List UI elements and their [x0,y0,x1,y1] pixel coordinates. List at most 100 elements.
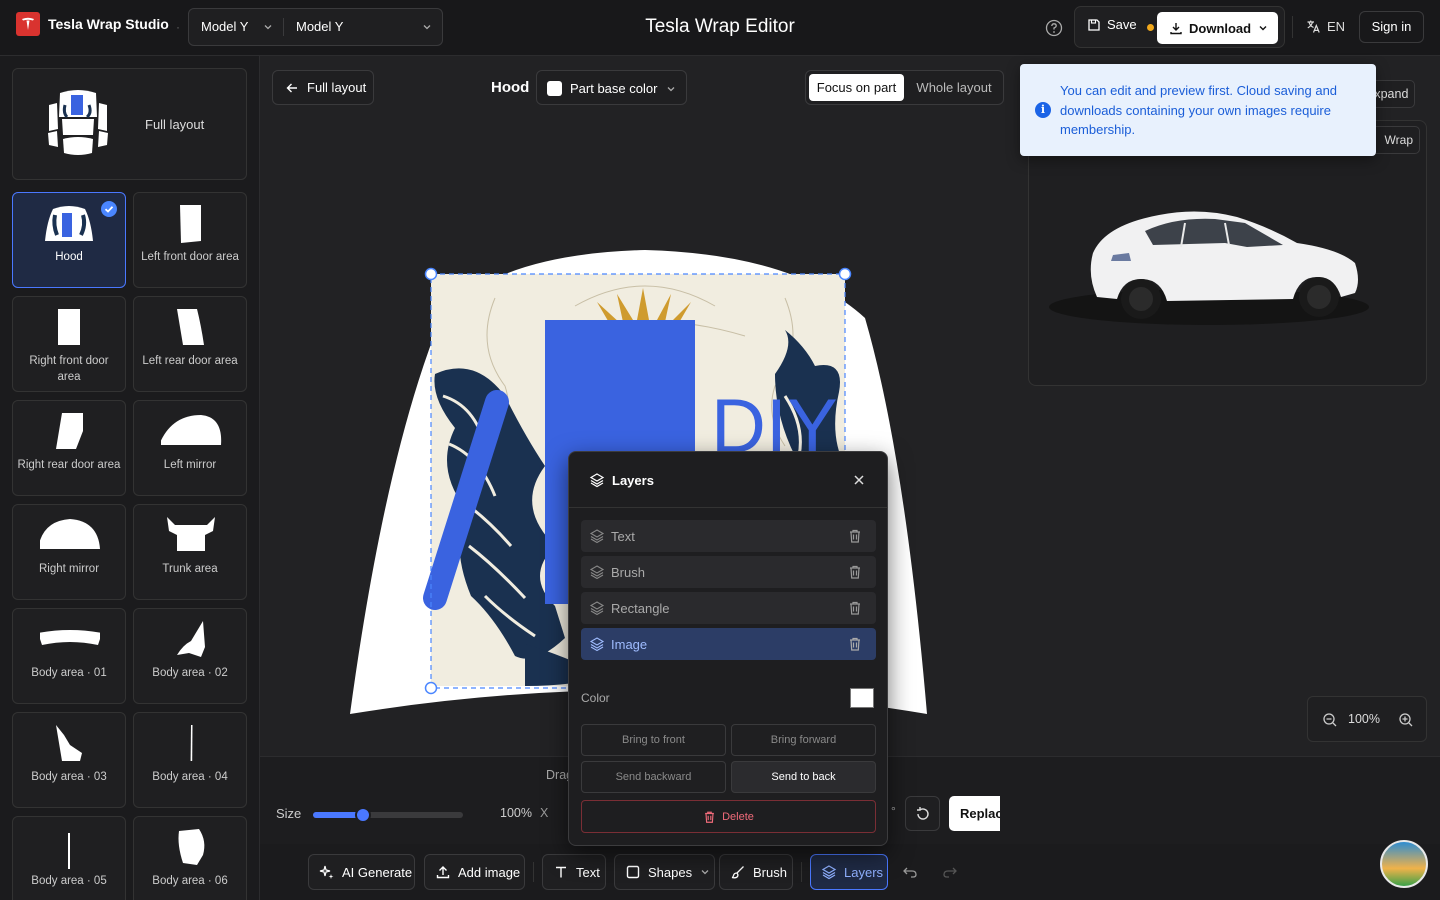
chevron-down-icon [701,870,709,875]
back-to-full-layout-button[interactable]: Full layout [272,70,374,105]
ai-generate-button[interactable]: AI Generate [308,854,415,890]
part-label: Body area · 03 [31,771,107,783]
tesla-logo-icon [16,12,40,36]
trash-icon[interactable] [848,600,862,616]
part-card-trunk[interactable]: Trunk area [133,504,247,600]
brand-name: Tesla Wrap Studio [48,16,169,32]
upload-icon [436,866,450,879]
part-label: Right rear door area [17,459,121,471]
base-color-select[interactable]: Part base color [536,70,687,105]
brand-separator: · [176,20,180,34]
back-label: Full layout [307,80,367,95]
resize-handle [424,267,438,281]
redo-icon[interactable] [942,864,958,880]
size-slider-thumb[interactable] [354,807,371,823]
part-label: Right mirror [38,563,100,575]
zoom-in-icon[interactable] [1398,712,1414,728]
body-shape-icon [40,630,100,645]
part-card-body-01[interactable]: Body area · 01 [12,608,126,704]
model-select[interactable]: Model Y Model Y [188,8,443,46]
mirror-shape-icon [40,519,100,549]
zoom-out-icon[interactable] [1322,712,1338,728]
chevron-down-icon [264,25,272,30]
bring-forward-button[interactable]: Bring forward [731,724,876,756]
part-card-body-03[interactable]: Body area · 03 [12,712,126,808]
size-label: Size [276,806,302,821]
full-layout-thumbnail-icon [48,90,108,155]
part-card-body-02[interactable]: Body area · 02 [133,608,247,704]
user-avatar[interactable] [1380,840,1428,888]
part-card-right-mirror[interactable]: Right mirror [12,504,126,600]
text-icon [556,866,566,878]
part-card-body-04[interactable]: Body area · 04 [133,712,247,808]
download-button[interactable]: Download [1157,12,1278,44]
save-button[interactable]: Save [1087,17,1137,32]
part-card-right-front-door[interactable]: Right front door area [12,296,126,392]
zoom-controls: 100% [1307,696,1427,742]
part-label: Left front door area [141,251,239,263]
text-tool-label: Text [576,864,600,880]
layer-color-swatch[interactable] [850,688,874,708]
reset-rotation-button[interactable] [905,796,940,831]
full-layout-card[interactable]: Full layout [12,68,247,180]
part-card-body-05[interactable]: Body area · 05 [12,816,126,900]
undo-icon[interactable] [902,864,918,880]
ai-generate-label: AI Generate [342,864,413,880]
brush-tool-button[interactable]: Brush [719,854,793,890]
layer-item-rectangle[interactable]: Rectangle [581,592,876,624]
header-divider [1292,16,1293,38]
send-backward-button[interactable]: Send backward [581,761,726,793]
layers-tool-button[interactable]: Layers [810,854,888,890]
sign-in-button[interactable]: Sign in [1359,11,1424,43]
part-card-right-rear-door[interactable]: Right rear door area [12,400,126,496]
rotate-reset-icon [917,807,929,820]
text-tool-button[interactable]: Text [542,854,606,890]
replace-image-button[interactable]: Replace [949,796,1000,831]
language-label: EN [1327,19,1346,34]
resize-handle [838,267,852,281]
body-shape-icon [178,829,205,865]
x-label: X [540,806,549,820]
layer-label: Brush [611,565,645,580]
trash-icon[interactable] [848,564,862,580]
membership-toast: i You can edit and preview first. Cloud … [1020,64,1376,156]
bring-to-front-button[interactable]: Bring to front [581,724,726,756]
delete-layer-button[interactable]: Delete [581,800,876,833]
chevron-down-icon [1259,26,1267,31]
focus-on-part-tab[interactable]: Focus on part [809,74,904,101]
resize-handle [424,681,438,695]
layers-icon [589,529,605,544]
part-card-body-06[interactable]: Body area · 06 [133,816,247,900]
trash-icon[interactable] [848,636,862,652]
part-card-left-front-door[interactable]: Left front door area [133,192,247,288]
send-to-back-button[interactable]: Send to back [731,761,876,793]
car-3d-preview[interactable] [1028,120,1427,386]
door-shape-icon [58,309,80,345]
part-label: Body area · 01 [31,667,107,679]
size-slider[interactable] [313,807,463,823]
layer-item-brush[interactable]: Brush [581,556,876,588]
layer-label: Text [611,529,635,544]
chevron-down-icon [423,25,431,30]
square-icon [626,865,640,879]
download-icon [1170,23,1182,35]
shapes-tool-button[interactable]: Shapes [614,854,715,890]
part-card-hood[interactable]: Hood [12,192,126,288]
trash-icon [705,811,714,823]
translate-icon [1307,20,1320,33]
trash-icon[interactable] [848,528,862,544]
whole-layout-tab[interactable]: Whole layout [906,74,1002,101]
layers-panel-header: Layers [569,452,887,508]
help-icon[interactable] [1044,18,1064,38]
toolbar-divider [801,862,802,882]
layer-item-image[interactable]: Image [581,628,876,660]
layer-item-text[interactable]: Text [581,520,876,552]
arrow-left-icon [286,83,297,92]
base-color-label: Part base color [570,81,658,96]
part-card-left-rear-door[interactable]: Left rear door area [133,296,247,392]
language-button[interactable]: EN [1306,19,1345,34]
part-card-left-mirror[interactable]: Left mirror [133,400,247,496]
add-image-button[interactable]: Add image [424,854,525,890]
bottom-toolbar: AI Generate Add image Text Shapes Brush … [260,844,1440,900]
close-icon[interactable] [852,473,866,487]
